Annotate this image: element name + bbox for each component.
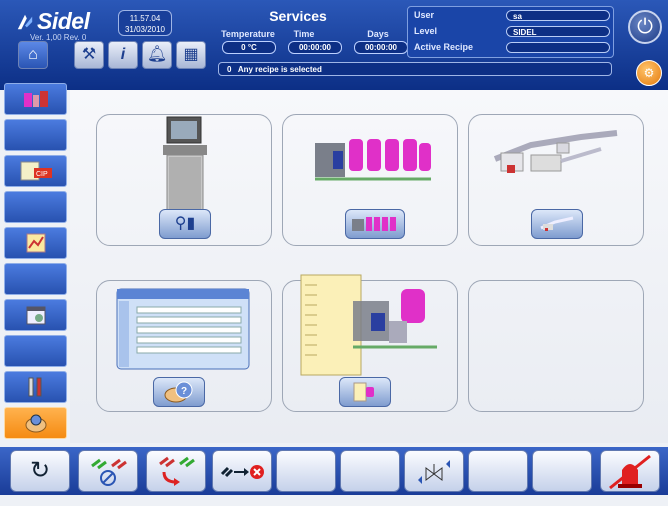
wrench-tool-icon: ⚒ — [81, 46, 97, 63]
production-line-mini-icon — [540, 216, 574, 231]
transfer-icon — [159, 456, 195, 486]
wrench-tool-button[interactable]: ⚒ — [74, 41, 104, 69]
brand-name: Sidel — [37, 8, 90, 34]
help-hand-icon: ? — [164, 381, 193, 403]
days-label: Days — [367, 29, 389, 39]
hmi-terminal-illustration — [163, 116, 207, 212]
header-bar: Sidel Ver. 1,00 Rev. 0 11.57.04 31/03/20… — [0, 0, 668, 90]
sidebar-item-empty-1[interactable] — [4, 119, 67, 151]
card-production-line — [468, 114, 644, 246]
sidebar-item-line-overview[interactable] — [4, 83, 67, 115]
refresh-button[interactable]: ↻ — [10, 450, 70, 492]
sidebar-item-empty-3[interactable] — [4, 263, 67, 295]
page-title: Services — [269, 8, 327, 24]
card-empty — [468, 280, 644, 412]
user-value: sa — [506, 10, 610, 21]
info-icon: i — [120, 46, 126, 63]
services-hand-icon — [25, 414, 46, 433]
tank-plant-illustration — [315, 139, 431, 181]
machine-status-button[interactable]: ▦ — [176, 41, 206, 69]
machine-status-icon: ▦ — [183, 46, 199, 63]
empty-button-4[interactable] — [532, 450, 592, 492]
info-button[interactable]: i — [108, 41, 138, 69]
orange-settings-button[interactable]: ⚙ — [636, 60, 662, 86]
sidebar-item-cip[interactable]: CIP — [4, 155, 67, 187]
message-text: Any recipe is selected — [237, 65, 322, 74]
software-window-illustration — [116, 288, 250, 370]
sidel-logo: Sidel — [16, 8, 90, 35]
services-panel: ⚲▮ ? — [70, 90, 668, 443]
plant-documentation-illustration — [300, 274, 437, 376]
sidebar-item-services[interactable] — [4, 407, 67, 439]
temperature-label: Temperature — [221, 29, 275, 39]
card-plant-documentation — [282, 274, 458, 412]
tools-icon — [28, 377, 41, 397]
empty-button-1[interactable] — [276, 450, 336, 492]
svg-text:?: ? — [181, 386, 187, 397]
home-button[interactable]: ⌂ — [18, 41, 48, 69]
sidebar-item-tools[interactable] — [4, 371, 67, 403]
calendar-icon — [26, 306, 45, 325]
stop-icon — [220, 465, 264, 479]
valve-button[interactable] — [404, 450, 464, 492]
temperature-value: 0 °C — [222, 41, 276, 54]
sidebar-item-calendar[interactable] — [4, 299, 67, 331]
terminal-tool-icon: ⚲▮ — [174, 215, 196, 232]
sidebar-item-empty-4[interactable] — [4, 335, 67, 367]
datetime-box: 11.57.04 31/03/2010 — [118, 10, 172, 36]
level-value: SIDEL — [506, 26, 610, 37]
help-button[interactable]: ? — [153, 377, 205, 407]
alarm-beacon-icon — [609, 454, 651, 490]
disable-icon — [91, 458, 127, 486]
line-overview-icon — [23, 91, 48, 107]
empty-button-2[interactable] — [340, 450, 400, 492]
tank-plant-mini-icon — [352, 217, 396, 231]
bell-icon: 🔔︎ — [146, 46, 168, 63]
active-recipe-label: Active Recipe — [414, 42, 474, 52]
refresh-icon: ↻ — [29, 457, 51, 484]
power-icon: ⏻ — [637, 16, 653, 38]
valve-icon — [418, 460, 450, 484]
time-label: Time — [293, 29, 315, 39]
user-panel: User Level Active Recipe sa SIDEL — [407, 6, 614, 58]
active-recipe-value — [506, 42, 610, 53]
card-hmi-terminal: ⚲▮ — [96, 114, 272, 246]
days-value: 00:00:00 — [354, 41, 408, 54]
time-value: 00:00:00 — [288, 41, 342, 54]
cip-icon: CIP — [20, 161, 52, 181]
tank-plant-button[interactable] — [345, 209, 405, 239]
sidebar-item-chart[interactable] — [4, 227, 67, 259]
transfer-button[interactable] — [146, 450, 206, 492]
bottom-toolbar: ↻ — [0, 447, 668, 495]
production-line-illustration — [493, 130, 618, 173]
message-code: 0 — [227, 65, 232, 74]
bell-button[interactable]: 🔔︎ — [142, 41, 172, 69]
disable-button[interactable] — [78, 450, 138, 492]
sidebar-item-empty-2[interactable] — [4, 191, 67, 223]
sidel-logo-icon — [17, 14, 33, 30]
card-tank-plant — [282, 114, 458, 246]
stop-transfer-button[interactable] — [212, 450, 272, 492]
clock-time: 11.57.04 — [129, 14, 161, 23]
user-label: User — [414, 10, 435, 20]
settings-icon: ⚙ — [643, 66, 655, 80]
chart-icon — [26, 233, 45, 253]
clock-date: 31/03/2010 — [124, 25, 166, 34]
home-icon: ⌂ — [28, 46, 38, 63]
plant-documentation-button[interactable] — [339, 377, 391, 407]
empty-button-3[interactable] — [468, 450, 528, 492]
sidebar: CIP — [4, 83, 70, 445]
power-logout-button[interactable]: ⏻ — [628, 10, 662, 44]
card-help-window: ? — [96, 280, 272, 412]
alarm-beacon-button[interactable] — [600, 450, 660, 492]
hmi-terminal-button[interactable]: ⚲▮ — [159, 209, 211, 239]
documentation-mini-icon — [353, 382, 374, 402]
message-bar: 0 Any recipe is selected — [218, 62, 612, 76]
production-line-button[interactable] — [531, 209, 583, 239]
svg-text:CIP: CIP — [36, 171, 48, 178]
level-label: Level — [414, 26, 438, 36]
